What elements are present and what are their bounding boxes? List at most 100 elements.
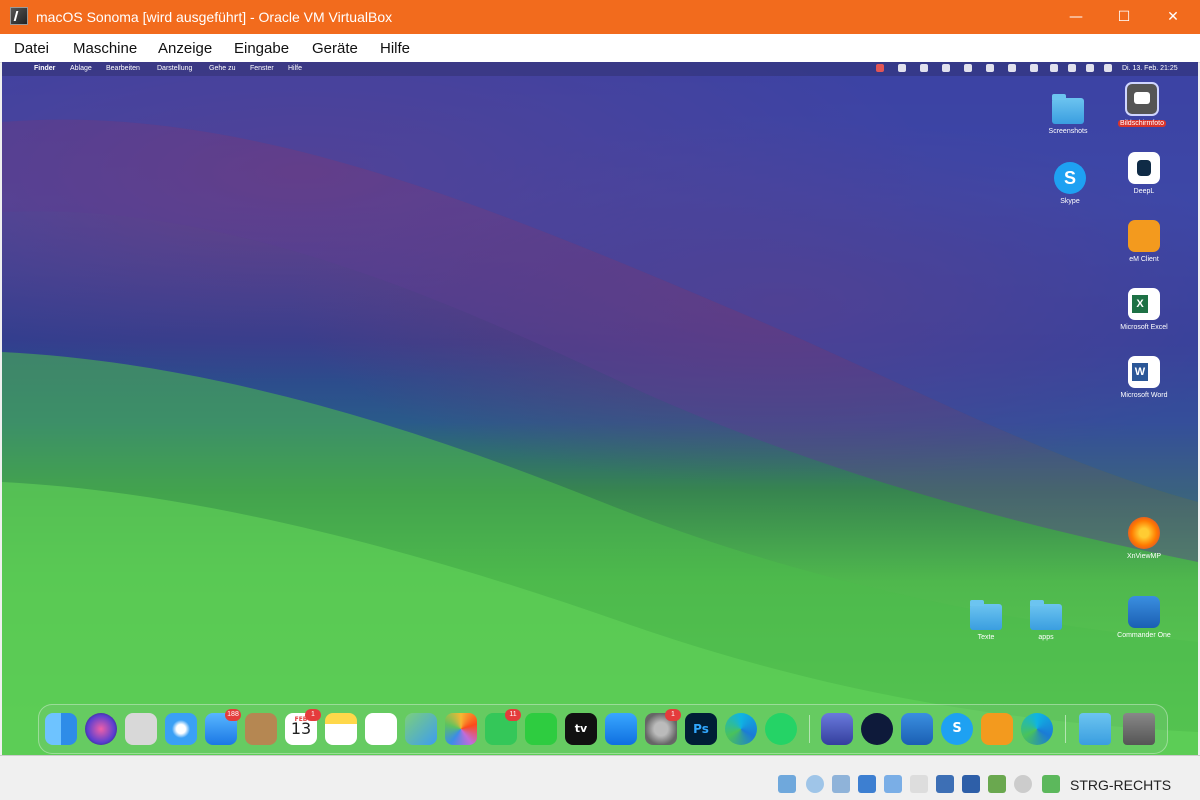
hard-disk-icon[interactable] [778, 775, 796, 793]
desktop-item-label: apps [1038, 634, 1054, 641]
wallpaper [2, 62, 1198, 755]
edge-beta-icon[interactable] [1021, 713, 1053, 745]
mac-menu-darstellung[interactable]: Darstellung [157, 65, 192, 72]
shared-folders-icon[interactable] [910, 775, 928, 793]
mouse-integration-icon[interactable] [1014, 775, 1032, 793]
menu-clock[interactable]: Di. 13. Feb. 21:25 [1122, 65, 1178, 72]
title-bar: macOS Sonoma [wird ausgeführt] - Oracle … [0, 0, 1200, 34]
photos-icon[interactable] [445, 713, 477, 745]
desktop-item-excel[interactable]: X Microsoft Excel [1102, 288, 1186, 331]
siri-icon[interactable] [85, 713, 117, 745]
desktop-item-label: Commander One [1117, 632, 1171, 639]
desktop-item-em-client[interactable]: eM Client [1102, 220, 1186, 263]
usb-icon[interactable] [884, 775, 902, 793]
reminders-icon[interactable] [365, 713, 397, 745]
maximize-button[interactable]: ☐ [1100, 0, 1148, 34]
menu-eingabe[interactable]: Eingabe [234, 40, 289, 57]
calendar-badge: 1 [305, 709, 321, 721]
desktop-item-label: Microsoft Word [1120, 392, 1168, 399]
desktop-item-xnviewmp[interactable]: XnViewMP [1102, 517, 1186, 560]
preview-icon[interactable] [821, 713, 853, 745]
folder-icon [970, 600, 1002, 630]
trash-icon[interactable] [1123, 713, 1155, 745]
desktop-item-apps[interactable]: apps [1004, 598, 1088, 641]
calendar-icon[interactable]: FEB 13 1 [285, 709, 321, 745]
desktop-item-label: eM Client [1129, 256, 1159, 263]
status-cloud-icon[interactable] [898, 64, 906, 72]
edge-icon[interactable] [725, 713, 757, 745]
apple-tv-icon[interactable]: tv [565, 713, 597, 745]
finder-icon[interactable] [45, 713, 77, 745]
desktop-item-deepl[interactable]: DeepL [1102, 152, 1186, 195]
status-app-icon[interactable] [876, 64, 884, 72]
mail-icon[interactable]: 188 [205, 709, 241, 745]
desktop-item-commander-one[interactable]: Commander One [1102, 596, 1186, 639]
folder-icon [1052, 94, 1084, 124]
cpu-icon[interactable] [988, 775, 1006, 793]
downloads-folder-icon[interactable] [1079, 713, 1111, 745]
status-shield-icon[interactable] [964, 64, 972, 72]
mac-menu-gehe-zu[interactable]: Gehe zu [209, 65, 235, 72]
emclient-dock-icon[interactable] [981, 713, 1013, 745]
display-icon[interactable] [936, 775, 954, 793]
skype-dock-icon[interactable]: S [941, 713, 973, 745]
screenshot-icon [1125, 82, 1159, 116]
facetime-icon[interactable] [525, 713, 557, 745]
mac-menu-finder[interactable]: Finder [34, 65, 55, 72]
network-icon[interactable] [858, 775, 876, 793]
status-screen-icon[interactable] [920, 64, 928, 72]
desktop-item-label: DeepL [1133, 188, 1155, 195]
close-button[interactable]: ✕ [1149, 0, 1197, 34]
wifi-icon[interactable] [1030, 64, 1038, 72]
keyboard-capture-icon[interactable] [1042, 775, 1060, 793]
guest-screen[interactable]: Finder Ablage Bearbeiten Darstellung Geh… [2, 62, 1198, 755]
menu-anzeige[interactable]: Anzeige [158, 40, 212, 57]
mac-menu-hilfe[interactable]: Hilfe [288, 65, 302, 72]
mac-menu-bearbeiten[interactable]: Bearbeiten [106, 65, 140, 72]
whatsapp-icon[interactable] [765, 713, 797, 745]
menu-maschine[interactable]: Maschine [73, 40, 137, 57]
user-icon[interactable] [1050, 64, 1058, 72]
safari-icon[interactable] [165, 713, 197, 745]
audio-icon[interactable] [832, 775, 850, 793]
maps-icon[interactable] [405, 713, 437, 745]
desktop-item-screenshots[interactable]: Screenshots [1026, 92, 1110, 135]
desktop-item-label: Microsoft Excel [1120, 324, 1168, 331]
launchpad-icon[interactable] [125, 713, 157, 745]
desktop-item-word[interactable]: W Microsoft Word [1102, 356, 1186, 399]
commander-one-icon[interactable] [901, 713, 933, 745]
control-center-icon[interactable] [1086, 64, 1094, 72]
recording-icon[interactable] [962, 775, 980, 793]
menu-bar: Datei Maschine Anzeige Eingabe Geräte Hi… [0, 34, 1200, 63]
battery-icon[interactable] [1008, 64, 1016, 72]
dock-separator [809, 715, 810, 743]
optical-drive-icon[interactable] [806, 775, 824, 793]
menu-datei[interactable]: Datei [14, 40, 49, 57]
menu-hilfe[interactable]: Hilfe [380, 40, 410, 57]
minimize-button[interactable]: — [1052, 0, 1100, 34]
contacts-icon[interactable] [245, 713, 277, 745]
skype-icon: S [1054, 162, 1086, 194]
mac-menu-fenster[interactable]: Fenster [250, 65, 274, 72]
mac-menu-ablage[interactable]: Ablage [70, 65, 92, 72]
desktop-item-skype[interactable]: S Skype [1028, 162, 1112, 205]
eject-icon[interactable] [986, 64, 994, 72]
messages-icon[interactable]: 11 [485, 709, 521, 745]
app-store-icon[interactable] [605, 713, 637, 745]
status-dropbox-icon[interactable] [942, 64, 950, 72]
notes-icon[interactable] [325, 713, 357, 745]
teamviewer-icon[interactable] [861, 713, 893, 745]
status-bar: STRG-RECHTS [0, 755, 1200, 800]
word-icon: W [1128, 356, 1160, 388]
emclient-icon [1128, 220, 1160, 252]
search-icon[interactable] [1068, 64, 1076, 72]
deepl-icon [1128, 152, 1160, 184]
menu-geraete[interactable]: Geräte [312, 40, 358, 57]
photoshop-icon[interactable]: Ps [685, 713, 717, 745]
excel-icon: X [1128, 288, 1160, 320]
desktop-item-bildschirmfoto[interactable]: Bildschirmfoto [1100, 82, 1184, 127]
dock-separator [1065, 715, 1066, 743]
system-settings-icon[interactable]: 1 [645, 709, 681, 745]
desktop-item-label: Bildschirmfoto [1118, 120, 1166, 127]
siri-icon[interactable] [1104, 64, 1112, 72]
